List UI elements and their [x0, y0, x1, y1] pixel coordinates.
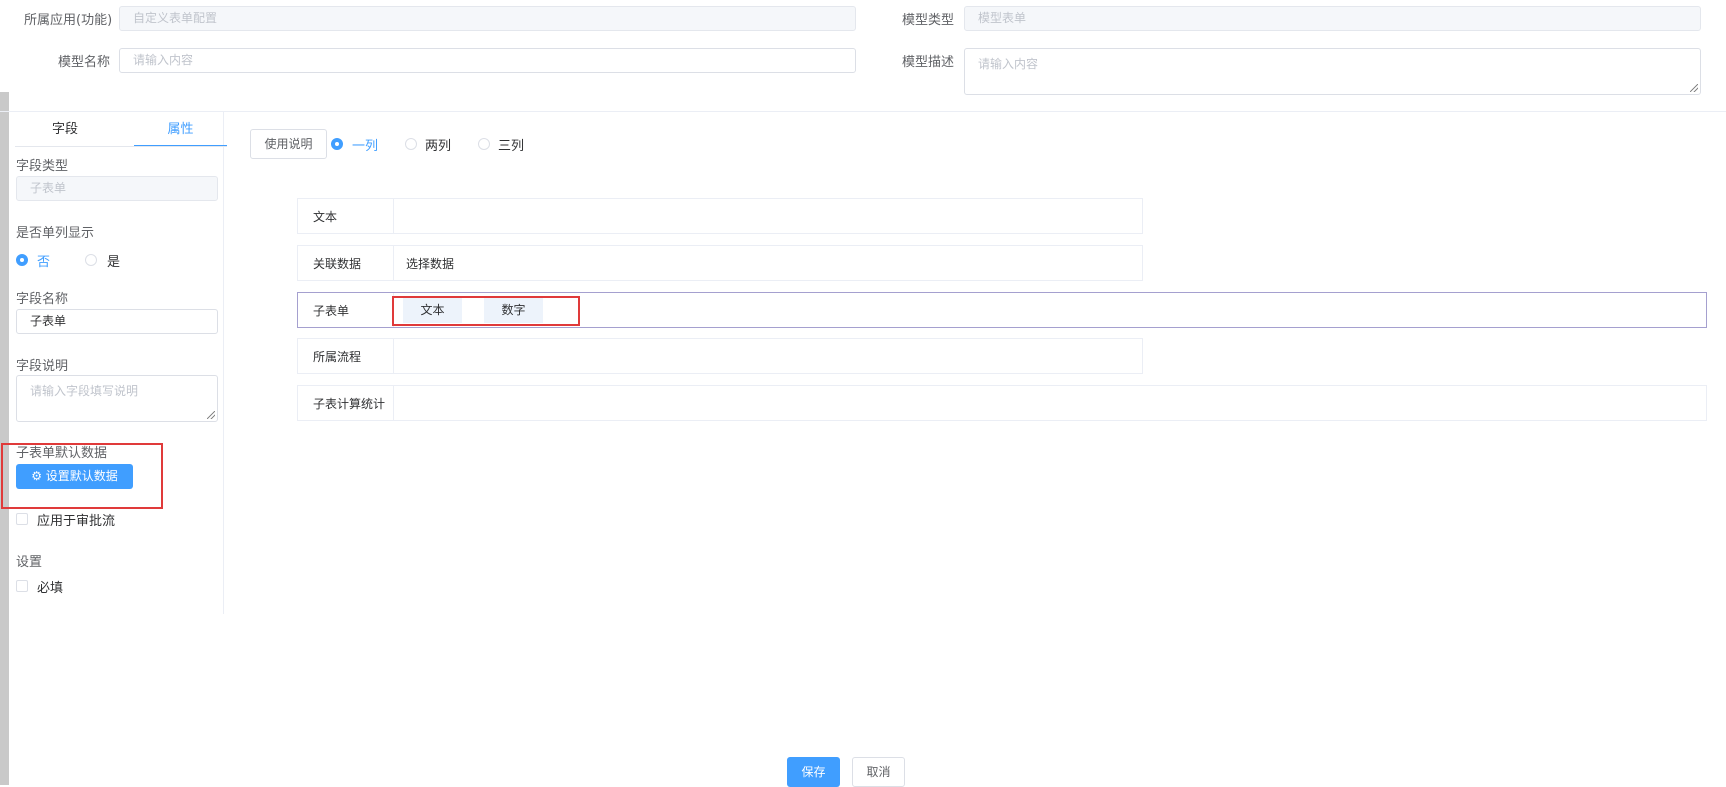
radio-single-no[interactable]	[16, 254, 28, 266]
field-name-input[interactable]: 子表单	[16, 309, 218, 334]
model-desc-placeholder: 请输入内容	[978, 57, 1039, 71]
highlight-subform-chips	[392, 296, 580, 326]
radio-one-column[interactable]	[331, 138, 343, 150]
app-input: 自定义表单配置	[119, 6, 856, 31]
row-separator	[393, 339, 394, 373]
radio-single-yes[interactable]	[85, 254, 97, 266]
tab-divider	[15, 146, 227, 147]
tab-properties[interactable]: 属性	[134, 112, 227, 147]
form-row-subtable-stats[interactable]: 子表计算统计	[297, 385, 1707, 421]
field-desc-placeholder: 请输入字段填写说明	[30, 384, 139, 398]
row-label: 文本	[313, 210, 338, 224]
select-data-link[interactable]: 选择数据	[406, 246, 454, 282]
settings-label: 设置	[16, 555, 43, 570]
resize-handle-icon[interactable]	[207, 411, 215, 419]
field-name-label: 字段名称	[16, 292, 69, 307]
usage-instructions-button[interactable]: 使用说明	[250, 129, 327, 159]
field-type-input: 子表单	[16, 176, 218, 201]
radio-one-column-label[interactable]: 一列	[352, 135, 378, 154]
model-header-form: 所属应用(功能) 自定义表单配置 模型类型 模型表单 模型名称 请输入内容 模型…	[0, 0, 1726, 112]
cancel-button[interactable]: 取消	[852, 757, 905, 787]
row-separator	[393, 386, 394, 420]
radio-single-no-label[interactable]: 否	[37, 251, 50, 270]
form-row-text[interactable]: 文本	[297, 198, 1143, 234]
field-desc-textarea[interactable]: 请输入字段填写说明	[16, 375, 218, 422]
model-type-label: 模型类型	[902, 13, 955, 28]
model-name-input[interactable]: 请输入内容	[119, 48, 856, 73]
model-desc-textarea[interactable]: 请输入内容	[964, 48, 1701, 95]
row-label: 关联数据	[313, 257, 362, 271]
row-label: 子表计算统计	[313, 397, 386, 411]
radio-three-column[interactable]	[478, 138, 490, 150]
required-checkbox-label[interactable]: 必填	[37, 577, 63, 596]
app-label: 所属应用(功能)	[24, 13, 113, 28]
radio-two-column[interactable]	[405, 138, 417, 150]
field-desc-label: 字段说明	[16, 359, 69, 374]
row-label: 所属流程	[313, 350, 362, 364]
single-column-label: 是否单列显示	[16, 226, 95, 241]
model-name-label: 模型名称	[58, 55, 111, 70]
properties-panel: 字段 属性 字段类型 子表单 是否单列显示 否 是 字段名称 子表单 字段说明 …	[9, 112, 227, 614]
resize-handle-icon[interactable]	[1690, 84, 1698, 92]
model-type-input: 模型表单	[964, 6, 1701, 31]
radio-two-column-label[interactable]: 两列	[425, 135, 451, 154]
field-type-label: 字段类型	[16, 159, 69, 174]
row-label: 子表单	[313, 304, 350, 318]
row-separator	[393, 246, 394, 280]
row-separator	[393, 199, 394, 233]
model-desc-label: 模型描述	[902, 55, 955, 70]
approval-checkbox-label[interactable]: 应用于审批流	[37, 510, 115, 529]
approval-checkbox[interactable]	[16, 513, 28, 525]
form-row-process[interactable]: 所属流程	[297, 338, 1143, 374]
save-button[interactable]: 保存	[787, 757, 840, 787]
radio-single-yes-label[interactable]: 是	[107, 251, 120, 270]
radio-three-column-label[interactable]: 三列	[498, 135, 524, 154]
highlight-default-data	[1, 443, 163, 509]
required-checkbox[interactable]	[16, 580, 28, 592]
tab-fields[interactable]: 字段	[5, 112, 125, 147]
form-row-related-data[interactable]: 关联数据 选择数据	[297, 245, 1143, 281]
scrollbar-track[interactable]	[0, 92, 9, 785]
